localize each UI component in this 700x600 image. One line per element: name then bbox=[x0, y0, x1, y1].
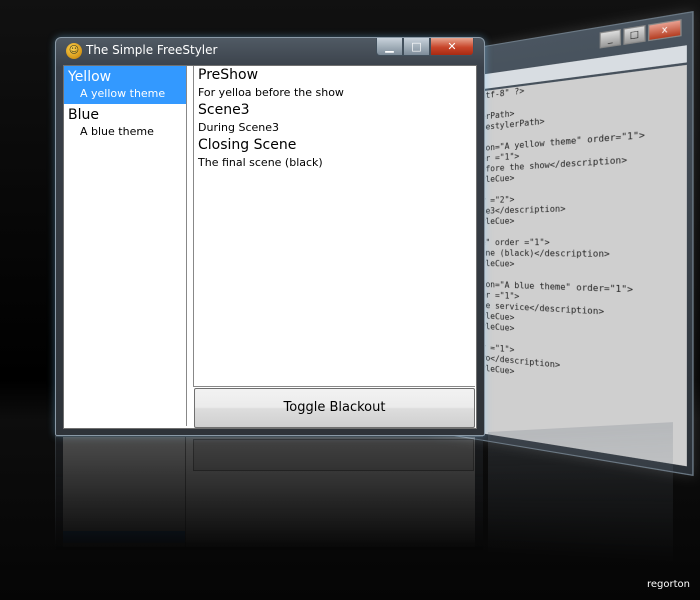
cue-description: During Scene3 bbox=[198, 121, 280, 134]
main-window: ☺ The Simple FreeStyler ▁ □ ✕ Yellow A y… bbox=[55, 37, 485, 436]
main-window-reflection bbox=[55, 436, 483, 551]
theme-description: A yellow theme bbox=[80, 87, 166, 100]
toggle-blackout-button[interactable]: Toggle Blackout bbox=[194, 388, 475, 428]
theme-description: A blue theme bbox=[80, 125, 154, 138]
theme-item-yellow[interactable]: Yellow A yellow theme bbox=[64, 66, 186, 104]
cue-name: PreShow bbox=[198, 67, 259, 83]
reflection-selection bbox=[63, 531, 185, 543]
cue-item-closing-scene[interactable]: Closing Scene The final scene (black) bbox=[194, 136, 475, 171]
close-icon: x bbox=[648, 19, 682, 42]
window-controls: ▁ □ ✕ bbox=[376, 38, 474, 56]
theme-name: Yellow bbox=[68, 69, 112, 85]
theme-item-blue[interactable]: Blue A blue theme bbox=[64, 104, 186, 142]
reflection-client bbox=[63, 437, 475, 547]
background-window-controls: _ □ x bbox=[599, 19, 682, 49]
titlebar[interactable]: ☺ The Simple FreeStyler ▁ □ ✕ bbox=[56, 38, 484, 64]
app-icon: ☺ bbox=[66, 43, 82, 59]
cue-name: Scene3 bbox=[198, 102, 250, 118]
client-area: Yellow A yellow theme Blue A blue theme … bbox=[63, 65, 477, 429]
reflection-theme-list bbox=[63, 437, 186, 547]
maximize-button[interactable]: □ bbox=[403, 38, 430, 56]
maximize-icon: □ bbox=[623, 24, 646, 45]
cue-item-scene3[interactable]: Scene3 During Scene3 bbox=[194, 101, 475, 136]
cue-name: Closing Scene bbox=[198, 137, 297, 153]
cue-list[interactable]: PreShow For yelloa before the show Scene… bbox=[193, 66, 475, 387]
cue-description: The final scene (black) bbox=[198, 156, 323, 169]
reflection-button bbox=[193, 439, 474, 471]
watermark: regorton bbox=[647, 579, 690, 590]
minimize-button[interactable]: ▁ bbox=[376, 38, 403, 56]
reflection-frame bbox=[55, 436, 483, 551]
theme-list[interactable]: Yellow A yellow theme Blue A blue theme bbox=[64, 66, 187, 426]
minimize-icon: _ bbox=[599, 28, 621, 49]
background-window-reflection bbox=[488, 422, 673, 562]
cue-description: For yelloa before the show bbox=[198, 86, 344, 99]
cue-item-preshow[interactable]: PreShow For yelloa before the show bbox=[194, 66, 475, 101]
theme-name: Blue bbox=[68, 107, 99, 123]
close-button[interactable]: ✕ bbox=[430, 38, 474, 56]
window-title: The Simple FreeStyler bbox=[86, 43, 218, 57]
